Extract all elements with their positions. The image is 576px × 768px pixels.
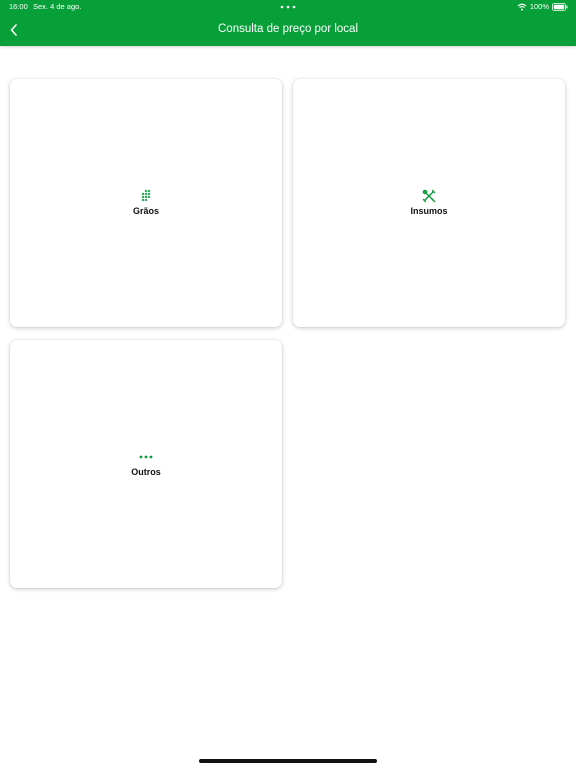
category-card-outros[interactable]: Outros xyxy=(10,340,282,588)
status-indicators: 100% xyxy=(517,2,568,12)
status-time: 16:00 xyxy=(9,2,28,11)
wifi-icon xyxy=(517,3,527,11)
multitasking-dots-icon[interactable] xyxy=(280,5,296,9)
category-card-insumos[interactable]: Insumos xyxy=(293,79,565,327)
category-label: Grãos xyxy=(132,206,159,216)
more-dots-icon xyxy=(139,450,153,464)
category-card-graos[interactable]: Grãos xyxy=(10,79,282,327)
battery-percentage: 100% xyxy=(529,2,549,11)
page-title: Consulta de preço por local xyxy=(218,23,358,35)
status-date: Sex. 4 de ago. xyxy=(33,2,82,11)
grains-icon xyxy=(139,189,153,203)
battery-icon xyxy=(552,3,568,11)
home-indicator[interactable] xyxy=(199,759,377,763)
tools-icon xyxy=(422,189,436,203)
category-label: Insumos xyxy=(410,206,448,216)
app-header: 16:00 Sex. 4 de ago. 100% Consulta de pr… xyxy=(0,0,576,46)
category-label: Outros xyxy=(131,467,161,477)
